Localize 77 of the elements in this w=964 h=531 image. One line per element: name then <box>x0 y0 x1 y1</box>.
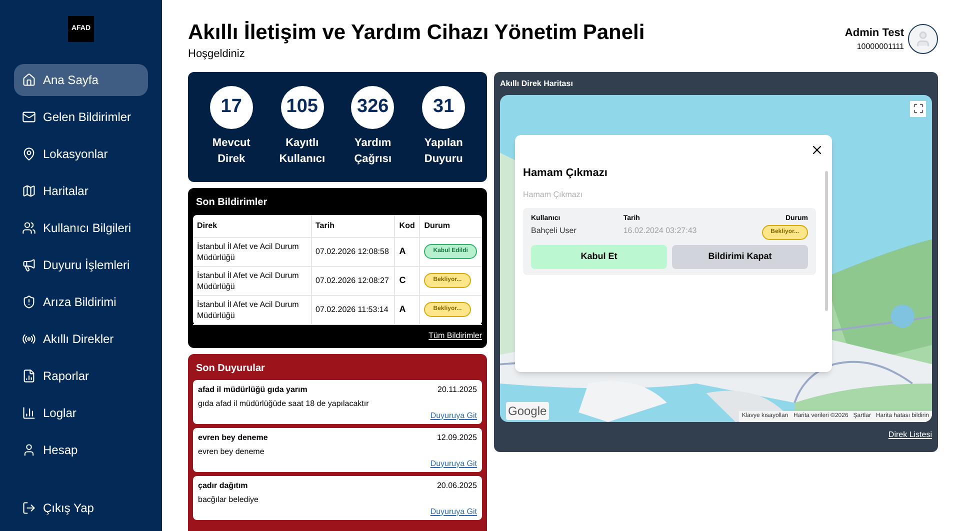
report-icon <box>22 369 36 383</box>
table-cell: 07.02.2026 12:08:27 <box>311 266 395 295</box>
column-header: Tarih <box>311 214 395 237</box>
nav-item[interactable]: Arıza Bildirimi <box>14 286 148 318</box>
map-icon <box>22 184 36 198</box>
users-icon <box>22 221 36 235</box>
table-cell: İstanbul İl Afet ve Acil Durum Müdürlüğü <box>193 295 311 324</box>
panel-title: Son Duyurular <box>195 362 266 376</box>
user-id: 10000001111 <box>856 41 904 54</box>
nav-item[interactable]: Duyuru İşlemleri <box>14 249 148 281</box>
field-value: 16.02.2024 03:27:43 <box>623 224 698 236</box>
user-icon <box>914 30 932 48</box>
table-cell: A <box>394 295 420 324</box>
table-cell: 07.02.2026 11:53:14 <box>311 295 395 324</box>
welcome-text: Hoşgeldiniz <box>188 47 246 62</box>
nav-item[interactable]: Hesap <box>14 434 148 466</box>
announcement-title: afad il müdürlüğü gıda yarım <box>198 384 308 396</box>
panel-title: Akıllı Direk Haritası <box>500 78 574 90</box>
megaphone-icon <box>22 258 36 272</box>
nav-item[interactable]: Loglar <box>14 397 148 429</box>
fullscreen-icon <box>912 103 924 114</box>
stat-value: 105 <box>280 86 324 128</box>
stat-label: Kayıtlı Kullanıcı <box>278 136 326 166</box>
signal-icon <box>22 332 36 346</box>
table-cell: İstanbul İl Afet ve Acil Durum Müdürlüğü <box>193 266 311 295</box>
announcement-date: 20.06.2025 <box>436 480 477 492</box>
announcement-date: 20.11.2025 <box>438 384 477 396</box>
stat-label: Mevcut Direk <box>211 136 252 166</box>
accept-button[interactable]: Kabul Et <box>531 244 667 268</box>
page-title: Akıllı İletişim ve Yardım Cihazı Yönetim Paneli <box>188 20 645 46</box>
stat-value: 31 <box>422 86 466 128</box>
table-cell: C <box>394 266 420 295</box>
pole-list-link[interactable]: Direk Listesi <box>888 428 932 440</box>
fullscreen-button[interactable] <box>910 100 926 116</box>
nav-item[interactable]: Ana Sayfa <box>14 64 148 96</box>
announcement-body: gıda afad il müdürlüğüde saat 18 de yapılacaktır <box>198 398 370 410</box>
logout-link[interactable]: Çıkış Yap <box>14 493 148 523</box>
announcement-link[interactable]: Duyuruya Git <box>430 506 477 518</box>
shield-icon <box>22 295 36 309</box>
column-header: Direk <box>193 214 311 237</box>
panel-title: Son Bildirimler <box>195 196 268 210</box>
home-icon <box>22 73 36 87</box>
nav-item[interactable]: Raporlar <box>14 360 148 392</box>
logout-icon <box>22 501 36 515</box>
all-notifications-link[interactable]: Tüm Bildirimler <box>428 330 482 342</box>
announcement-body: bacğılar belediye <box>198 494 260 506</box>
user-icon <box>22 443 36 457</box>
nav-item[interactable]: Gelen Bildirimler <box>14 101 148 133</box>
announcement-title: evren bey deneme <box>198 432 268 444</box>
nav-item[interactable]: Haritalar <box>14 175 148 207</box>
stat-value: 326 <box>351 86 394 128</box>
nav-item[interactable]: Kullanıcı Bilgileri <box>14 212 148 244</box>
nav-item[interactable]: Lokasyonlar <box>14 138 148 170</box>
announcement-date: 12.09.2025 <box>436 432 477 444</box>
announcement-link[interactable]: Duyuruya Git <box>430 458 477 470</box>
popup-title: Hamam Çıkmazı <box>523 166 608 180</box>
location-pin-icon <box>22 147 36 161</box>
bar-chart-icon <box>22 406 36 420</box>
popup-subtitle: Hamam Çıkmazı <box>523 190 583 199</box>
mail-icon <box>22 110 36 124</box>
user-name: Admin Test <box>844 26 904 41</box>
avatar[interactable] <box>908 24 938 54</box>
stat-label: Yapılan Duyuru <box>423 136 464 166</box>
close-notification-button[interactable]: Bildirimi Kapat <box>672 244 808 268</box>
column-header: Kod <box>394 214 420 237</box>
table-cell: İstanbul İl Afet ve Acil Durum Müdürlüğü <box>193 237 311 266</box>
announcement-title: çadır dağıtım <box>198 480 248 492</box>
table-cell: A <box>394 237 420 266</box>
stat-value: 17 <box>210 86 253 128</box>
field-value: Bahçeli User <box>531 224 578 236</box>
column-header: Durum <box>420 214 482 237</box>
announcement-link[interactable]: Duyuruya Git <box>430 410 477 422</box>
map-brand: Google <box>506 402 549 420</box>
table-cell: 07.02.2026 12:08:58 <box>311 237 395 266</box>
announcement-body: evren bey deneme <box>198 446 266 458</box>
stat-label: Yardım Çağrısı <box>353 136 393 166</box>
nav-item[interactable]: Akıllı Direkler <box>14 323 148 355</box>
